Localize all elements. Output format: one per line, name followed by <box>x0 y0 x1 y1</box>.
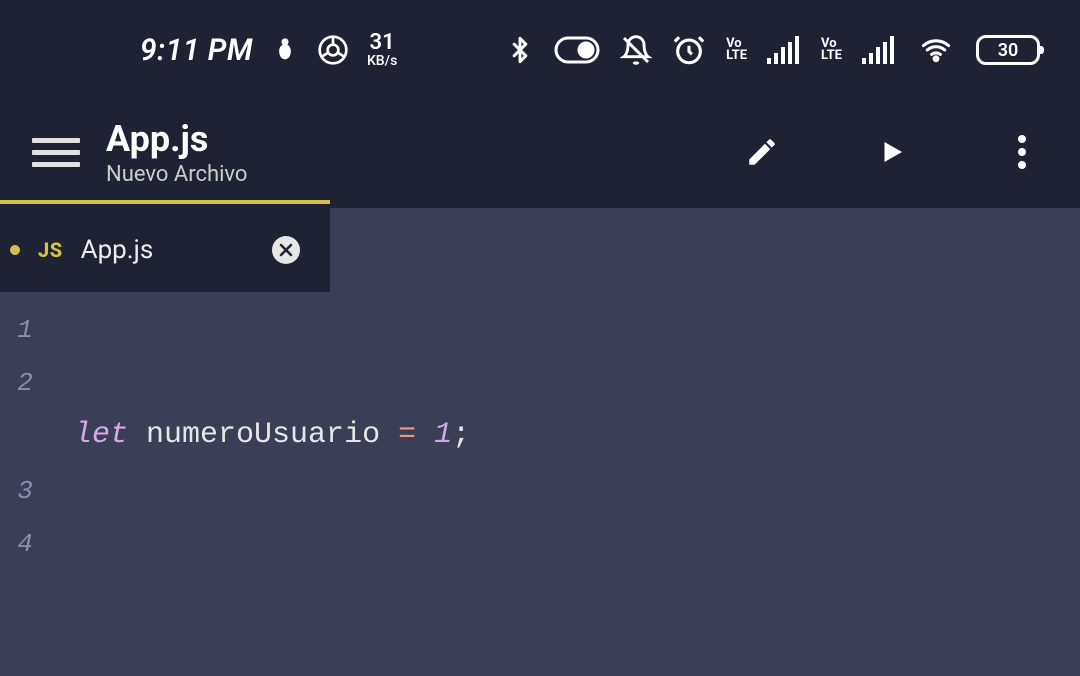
bluetooth-icon <box>506 32 534 68</box>
capsule-icon <box>554 36 600 64</box>
file-subtitle: Nuevo Archivo <box>106 162 247 187</box>
volte-1: Vo LTE <box>726 38 747 61</box>
app-toolbar: App.js Nuevo Archivo <box>0 100 1080 208</box>
line-number: 1 <box>0 304 50 357</box>
signal-2-icon <box>862 36 896 64</box>
modified-dot-icon <box>10 245 20 255</box>
menu-icon[interactable] <box>32 138 80 167</box>
line-number: 3 <box>0 465 50 518</box>
wifi-icon <box>916 35 956 65</box>
volte-2: Vo LTE <box>821 38 842 61</box>
line-number: 2 <box>0 357 50 410</box>
edit-icon[interactable] <box>742 132 782 172</box>
code-content[interactable]: let numeroUsuario = 1; let intentos=2; a… <box>50 292 1080 676</box>
alarm-icon <box>672 33 706 67</box>
run-icon[interactable] <box>872 132 912 172</box>
battery-indicator: 30 <box>976 35 1040 65</box>
js-badge: JS <box>38 238 63 262</box>
code-editor[interactable]: 1 2 3 4 5 let numeroUsuario = 1; let int… <box>0 292 1080 676</box>
file-title: App.js <box>106 118 247 160</box>
activity-icon <box>271 35 299 65</box>
tab-app-js[interactable]: JS App.js <box>0 208 330 292</box>
tab-label: App.js <box>81 235 254 265</box>
status-bar: 9:11 PM 31 KB/s Vo LTE Vo <box>0 0 1080 100</box>
close-icon[interactable] <box>272 236 300 264</box>
network-speed: 31 KB/s <box>367 32 397 68</box>
line-gutter: 1 2 3 4 5 <box>0 292 50 676</box>
tab-strip: JS App.js <box>0 208 1080 292</box>
status-clock: 9:11 PM <box>140 33 253 68</box>
dnd-icon <box>620 34 652 66</box>
code-line: let numeroUsuario = 1; <box>74 409 1068 462</box>
chrome-icon <box>317 34 349 66</box>
line-number: 4 <box>0 518 50 571</box>
signal-1-icon <box>767 36 801 64</box>
more-icon[interactable] <box>1002 132 1042 172</box>
